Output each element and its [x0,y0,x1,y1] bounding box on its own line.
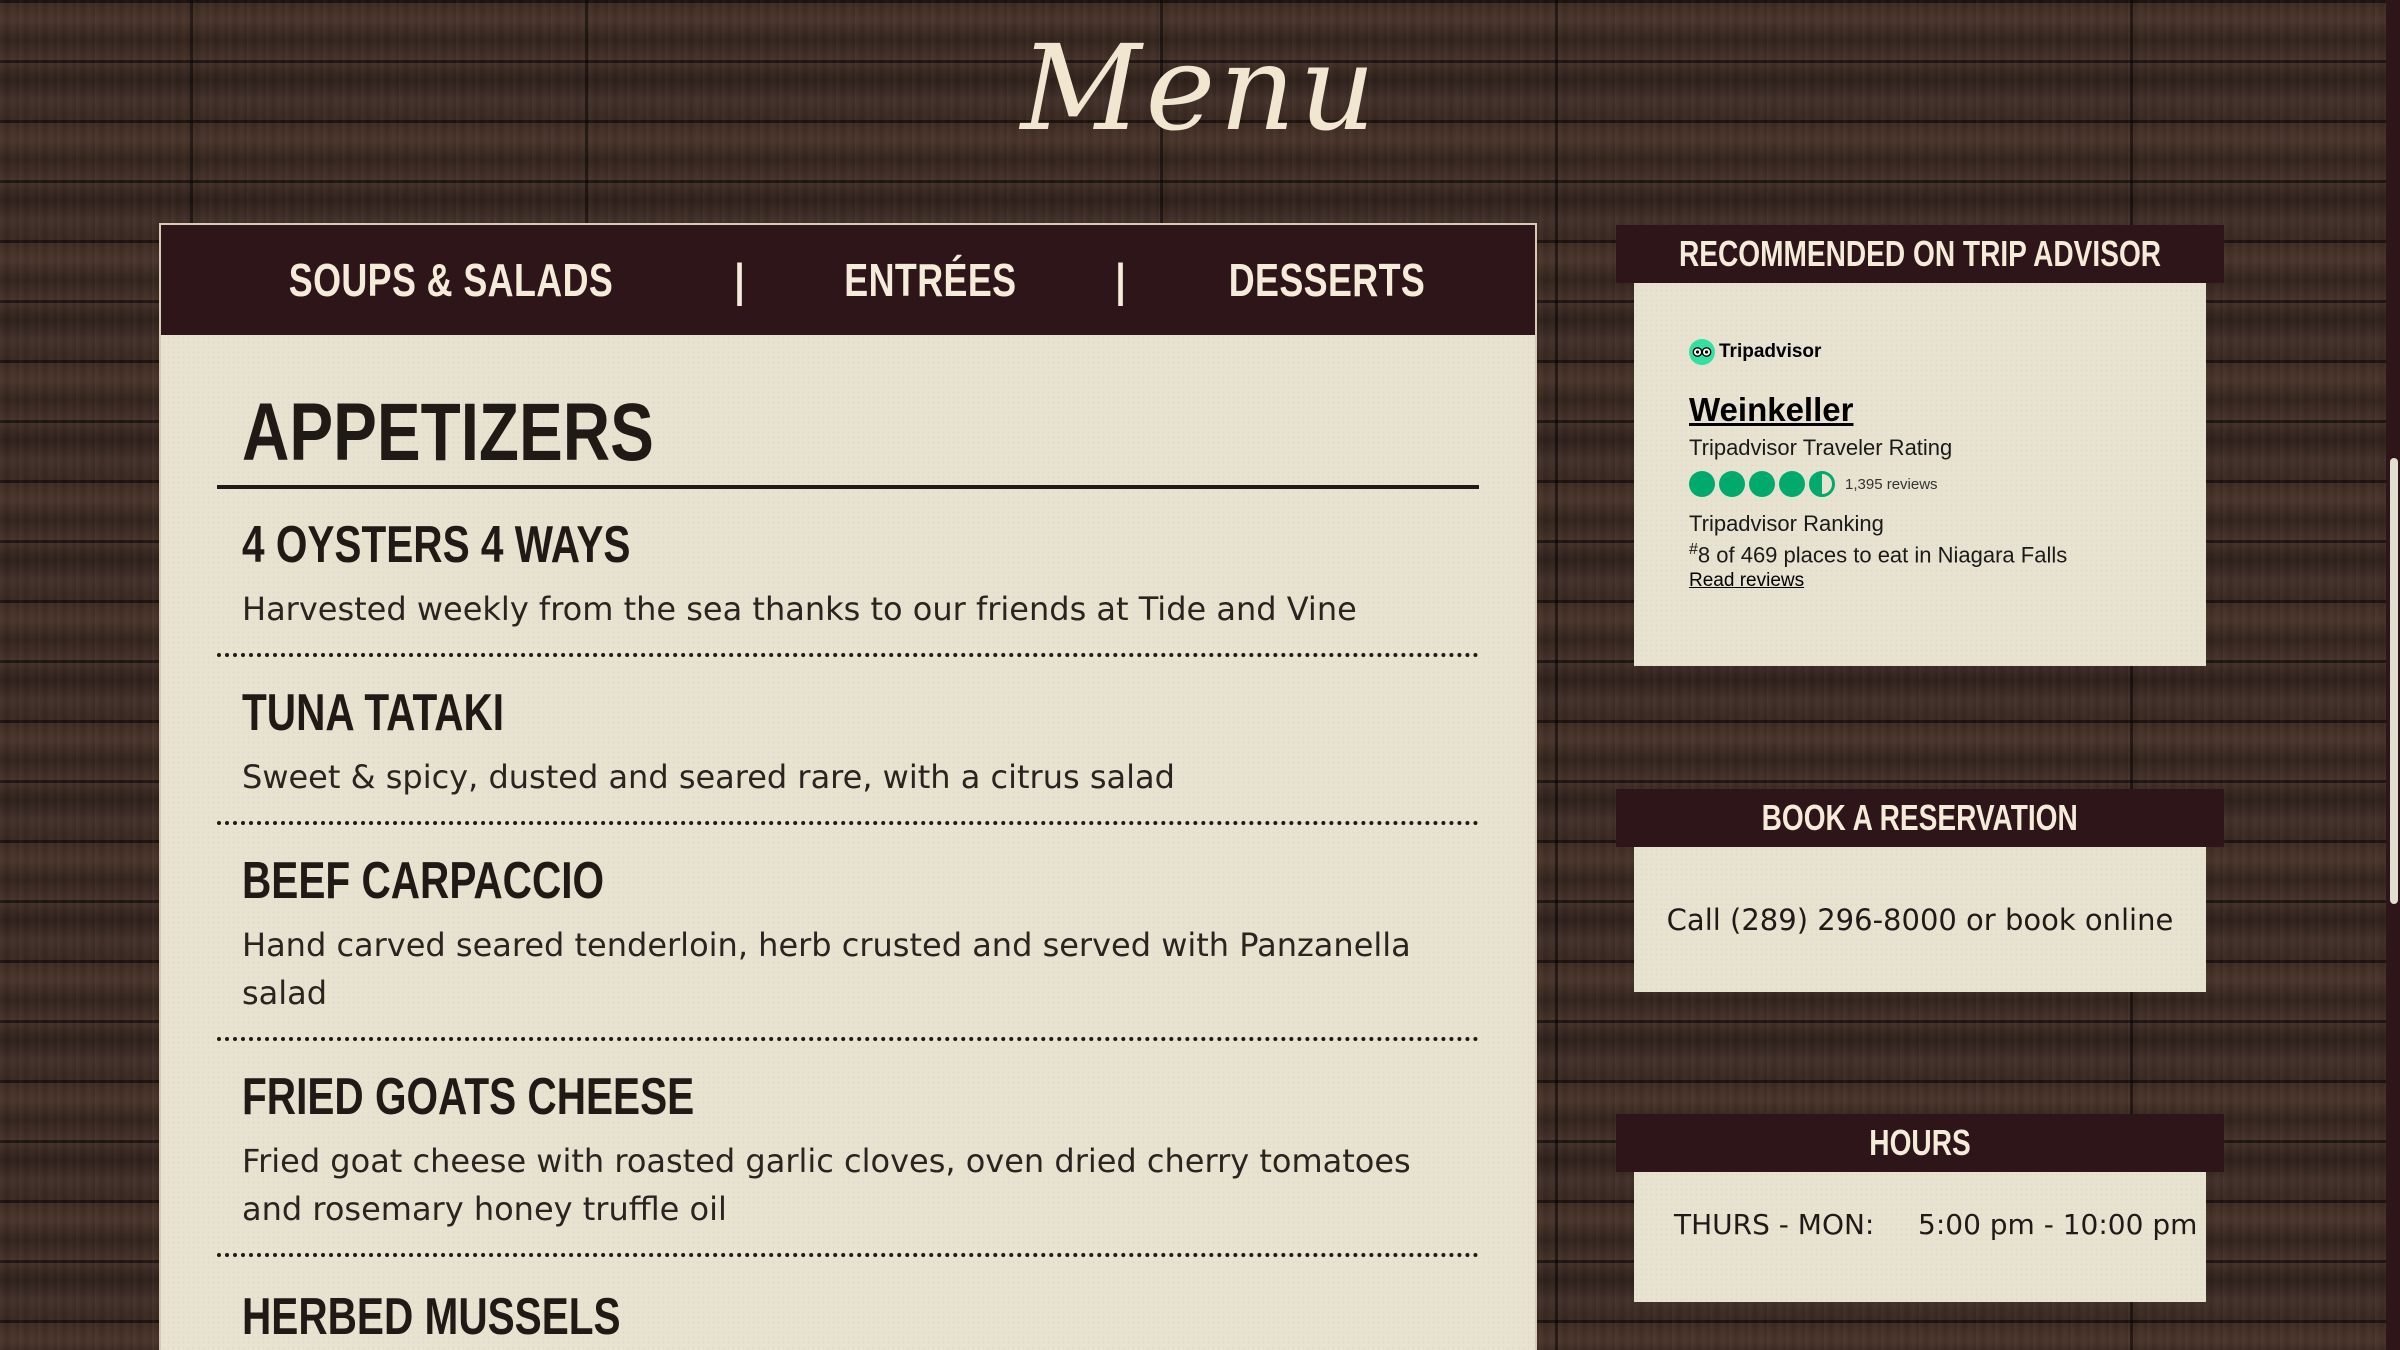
tab-desserts[interactable]: DESSERTS [1229,253,1426,307]
rating-label: Tripadvisor Traveler Rating [1689,435,1953,460]
ranking-hash: # [1689,541,1698,558]
read-reviews-link[interactable]: Read reviews [1689,570,1804,592]
menu-content: APPETIZERS 4 OYSTERS 4 WAYS Harvested we… [161,385,1535,1350]
menu-panel: SOUPS & SALADS | ENTRÉES | DESSERTS APPE… [161,225,1535,1350]
menu-tabs: SOUPS & SALADS | ENTRÉES | DESSERTS [161,225,1535,335]
menu-item-name: FRIED GOATS CHEESE [242,1068,695,1126]
menu-item-name: TUNA TATAKI [242,684,505,742]
hours-box: HOURS THURS - MON: 5:00 pm - 10:00 pm [1616,1114,2224,1302]
hours-body: THURS - MON: 5:00 pm - 10:00 pm [1634,1172,2206,1302]
ranking-value: 8 of 469 places to eat in Niagara Falls [1697,542,2068,568]
rating-bubble-full-icon [1689,471,1715,497]
menu-item-description: Hand carved seared tenderloin, herb crus… [242,926,1411,1012]
tripadvisor-header-label: RECOMMENDED ON TRIP ADVISOR [1678,233,2162,274]
hours-time: 5:00 pm - 10:00 pm [1918,1208,2198,1241]
reservation-body: Call (289) 296-8000 or book online [1634,847,2206,992]
menu-item: BEEF CARPACCIO Hand carved seared tender… [217,825,1479,1041]
tripadvisor-header: RECOMMENDED ON TRIP ADVISOR [1616,225,2224,283]
tab-soups-salads[interactable]: SOUPS & SALADS [289,253,613,307]
rating-bubble-full-icon [1779,471,1805,497]
tab-entrees[interactable]: ENTRÉES [844,253,1016,307]
tripadvisor-box: RECOMMENDED ON TRIP ADVISOR Tripadvisor … [1616,225,2224,666]
menu-item: TUNA TATAKI Sweet & spicy, dusted and se… [217,657,1479,825]
review-count: 1,395 reviews [1845,475,1938,493]
reservation-header-label: BOOK A RESERVATION [1761,797,2079,838]
rating-bubbles: 1,395 reviews [1689,471,2151,497]
page-title: Menu [1020,19,1380,157]
reservation-box: BOOK A RESERVATION Call (289) 296-8000 o… [1616,789,2224,992]
tripadvisor-logo-text: Tripadvisor [1719,341,1822,362]
tab-separator: | [1115,254,1126,306]
rating-bubble-full-icon [1749,471,1775,497]
hours-days: THURS - MON: [1674,1208,1875,1241]
menu-item-description: Fried goat cheese with roasted garlic cl… [242,1142,1411,1228]
menu-item-name: HERBED MUSSELS [242,1288,621,1346]
menu-item: 4 OYSTERS 4 WAYS Harvested weekly from t… [217,489,1479,657]
tripadvisor-owl-icon [1689,339,1715,365]
menu-item-name: 4 OYSTERS 4 WAYS [242,516,631,574]
rating-bubble-half-icon [1809,471,1835,497]
rating-bubble-full-icon [1719,471,1745,497]
reservation-header: BOOK A RESERVATION [1616,789,2224,847]
ranking-text: #8 of 469 places to eat in Niagara Falls [1689,537,2151,568]
hours-header: HOURS [1616,1114,2224,1172]
tripadvisor-logo[interactable]: Tripadvisor [1689,339,2151,365]
scrollbar-thumb[interactable] [2390,458,2398,904]
menu-item-description: Harvested weekly from the sea thanks to … [242,590,1357,628]
menu-item-name: BEEF CARPACCIO [242,852,605,910]
restaurant-name-link[interactable]: Weinkeller [1689,391,1853,429]
tripadvisor-widget: Tripadvisor Weinkeller Tripadvisor Trave… [1634,283,2206,666]
menu-item: FRIED GOATS CHEESE Fried goat cheese wit… [217,1041,1479,1257]
hours-header-label: HOURS [1869,1122,1971,1163]
tab-separator: | [734,254,745,306]
reservation-text: Call (289) 296-8000 or book online [1666,902,2174,937]
menu-item: HERBED MUSSELS [217,1257,1479,1350]
section-title: APPETIZERS [242,387,654,478]
menu-item-description: Sweet & spicy, dusted and seared rare, w… [242,758,1175,796]
scrollbar[interactable] [2386,0,2400,1350]
ranking-label: Tripadvisor Ranking [1689,511,1884,536]
